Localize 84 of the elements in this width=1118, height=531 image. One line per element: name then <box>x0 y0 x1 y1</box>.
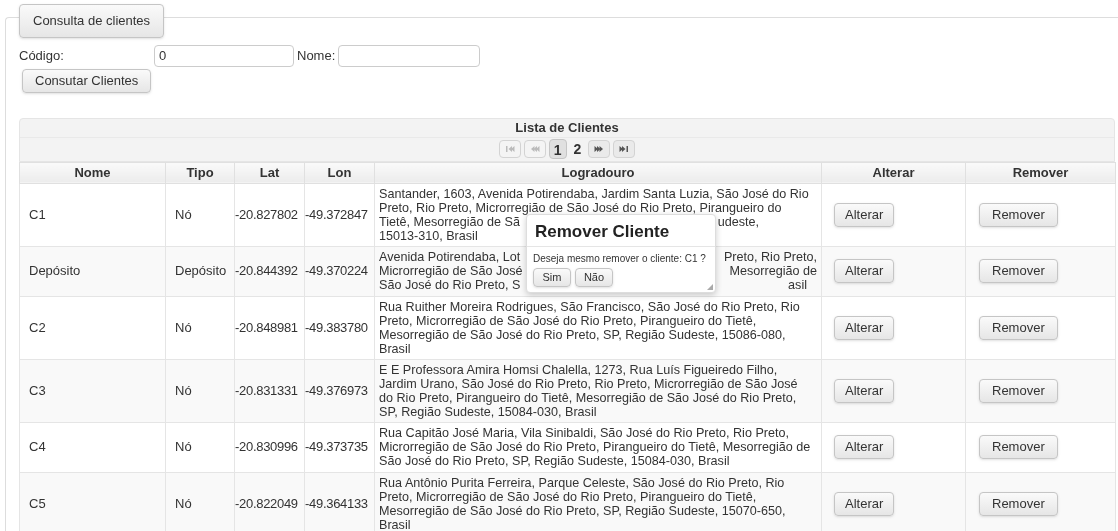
address-line: Avenida Potirendaba, Lot <box>379 250 521 264</box>
table-cell: -20.848981 <box>234 296 305 359</box>
table-caption: Lista de Clientes <box>514 118 620 137</box>
address-line: Preto, Microrregião de São José do Rio Preto, Pirangueiro do Tietê, <box>379 489 757 504</box>
table-cell: -20.844392 <box>234 246 305 296</box>
last-page-icon[interactable] <box>613 140 636 158</box>
dialog-title: Remover Cliente <box>534 221 671 243</box>
table-cell: C5 <box>19 472 166 531</box>
address-line: São José do Rio Preto, S <box>379 278 521 292</box>
alterar-button[interactable]: Alterar <box>834 315 895 340</box>
column-header: Logradouro <box>374 162 822 183</box>
alterar-button[interactable]: Alterar <box>834 378 895 403</box>
address-line: Rua Ruither Moreira Rodrigues, São Francisco, São José do Rio Preto, Rio <box>379 299 800 314</box>
remover-button[interactable]: Remover <box>979 491 1058 516</box>
address-line: Rua Capitão José Maria, Vila Sinibaldi, São José do Rio Preto, Rio Preto, <box>379 426 789 440</box>
remover-button[interactable]: Remover <box>979 435 1058 459</box>
table-cell: Nó <box>165 296 235 359</box>
table-cell: -49.370224 <box>304 246 375 296</box>
address-line: Microrregião de São José do Rio Preto, Pirangueiro do Tietê, Mesorregião de <box>379 440 811 454</box>
address-line: Microrregião de São José <box>379 264 523 278</box>
address-line: Tietê, Mesorregião de Sã <box>379 214 520 229</box>
alterar-button[interactable]: Alterar <box>834 491 895 516</box>
dialog-button[interactable]: Sim <box>533 268 571 287</box>
address-line: Preto, Rio Preto, <box>723 250 817 264</box>
address-line: E E Professora Amira Homsi Chalella, 1273, Rua Luís Figueiredo Filho, <box>379 362 778 377</box>
column-header: Alterar <box>821 162 966 183</box>
column-header: Tipo <box>165 162 235 183</box>
address-line: São José do Rio Preto, SP, Região Sudeste, 15084-030, Brasil <box>379 454 730 468</box>
next-page-icon[interactable] <box>588 140 611 158</box>
address-line: SP, Região Sudeste, 15084-030, Brasil <box>379 404 597 419</box>
table-cell: -20.831331 <box>234 359 305 422</box>
address-line: 15013-310, Brasil <box>379 228 478 243</box>
dialog-button[interactable]: Não <box>575 268 613 287</box>
table-cell: -49.364133 <box>304 472 375 531</box>
consultar-button[interactable]: Consutar Clientes <box>22 68 152 93</box>
table-cell: -20.830996 <box>234 422 305 472</box>
address-line: Rua Antônio Purita Ferreira, Parque Celeste, São José do Rio Preto, Rio <box>379 475 785 490</box>
nome-label: Nome: <box>297 46 336 65</box>
page-link[interactable]: 1 <box>548 139 567 159</box>
codigo-label: Código: <box>19 46 65 65</box>
nome-field[interactable] <box>338 44 481 67</box>
codigo-field[interactable]: 0 <box>154 44 294 67</box>
table-cell: -49.372847 <box>304 183 375 246</box>
column-header: Remover <box>965 162 1116 183</box>
column-header: Nome <box>19 162 166 183</box>
address-line: Jardim Urano, São José do Rio Preto, Rio Preto, Microrregião de São José <box>379 376 798 391</box>
remover-button[interactable]: Remover <box>979 378 1058 403</box>
column-header: Lat <box>234 162 305 183</box>
alterar-button[interactable]: Alterar <box>834 259 895 283</box>
address-line: Brasil <box>379 341 411 356</box>
table-cell: C3 <box>19 359 166 422</box>
remover-button[interactable]: Remover <box>979 202 1058 227</box>
remover-button[interactable]: Remover <box>979 315 1058 340</box>
table-cell: Nó <box>165 183 235 246</box>
alterar-button[interactable]: Alterar <box>834 202 895 227</box>
dialog-message: Deseja mesmo remover o cliente: C1 ? <box>533 253 707 265</box>
table-cell: C2 <box>19 296 166 359</box>
address-line: Preto, Microrregião de São José do Rio Preto, Pirangueiro do Tietê, <box>379 313 757 328</box>
table-cell: Depósito <box>165 246 235 296</box>
table-cell: C1 <box>19 183 166 246</box>
table-cell: Nó <box>165 422 235 472</box>
address-line: udeste, <box>717 214 759 229</box>
table-cell: Depósito <box>19 246 166 296</box>
table-cell: -49.383780 <box>304 296 375 359</box>
alterar-button[interactable]: Alterar <box>834 435 895 459</box>
address-line: do Rio Preto, Pirangueiro do Tietê, Mesorregião de São José do Rio Preto, <box>379 390 797 405</box>
panel-legend: Consulta de clientes <box>19 4 165 38</box>
table-cell: C4 <box>19 422 166 472</box>
page-link[interactable]: 2 <box>569 139 586 159</box>
table-cell: -20.827802 <box>234 183 305 246</box>
resize-grip-icon <box>707 284 713 290</box>
table-cell: -20.822049 <box>234 472 305 531</box>
address-line: asil <box>788 278 807 292</box>
address-line: Mesorregião de São José do Rio Preto, SP, Região Sudeste, 15086-080, <box>379 327 786 342</box>
table-cell: -49.376973 <box>304 359 375 422</box>
remover-button[interactable]: Remover <box>979 259 1058 283</box>
table-cell: -49.373735 <box>304 422 375 472</box>
table-cell: Nó <box>165 359 235 422</box>
address-line: Santander, 1603, Avenida Potirendaba, Jardim Santa Luzia, São José do Rio <box>379 186 809 201</box>
address-line: Mesorregião de São José do Rio Preto, SP, Região Sudeste, 15070-650, <box>379 503 786 518</box>
address-line: Brasil <box>379 517 411 531</box>
address-line: Mesorregião de <box>729 264 817 278</box>
address-line: Preto, Rio Preto, Microrregião de São José do Rio Preto, Pirangueiro do <box>379 200 782 215</box>
column-header: Lon <box>304 162 375 183</box>
